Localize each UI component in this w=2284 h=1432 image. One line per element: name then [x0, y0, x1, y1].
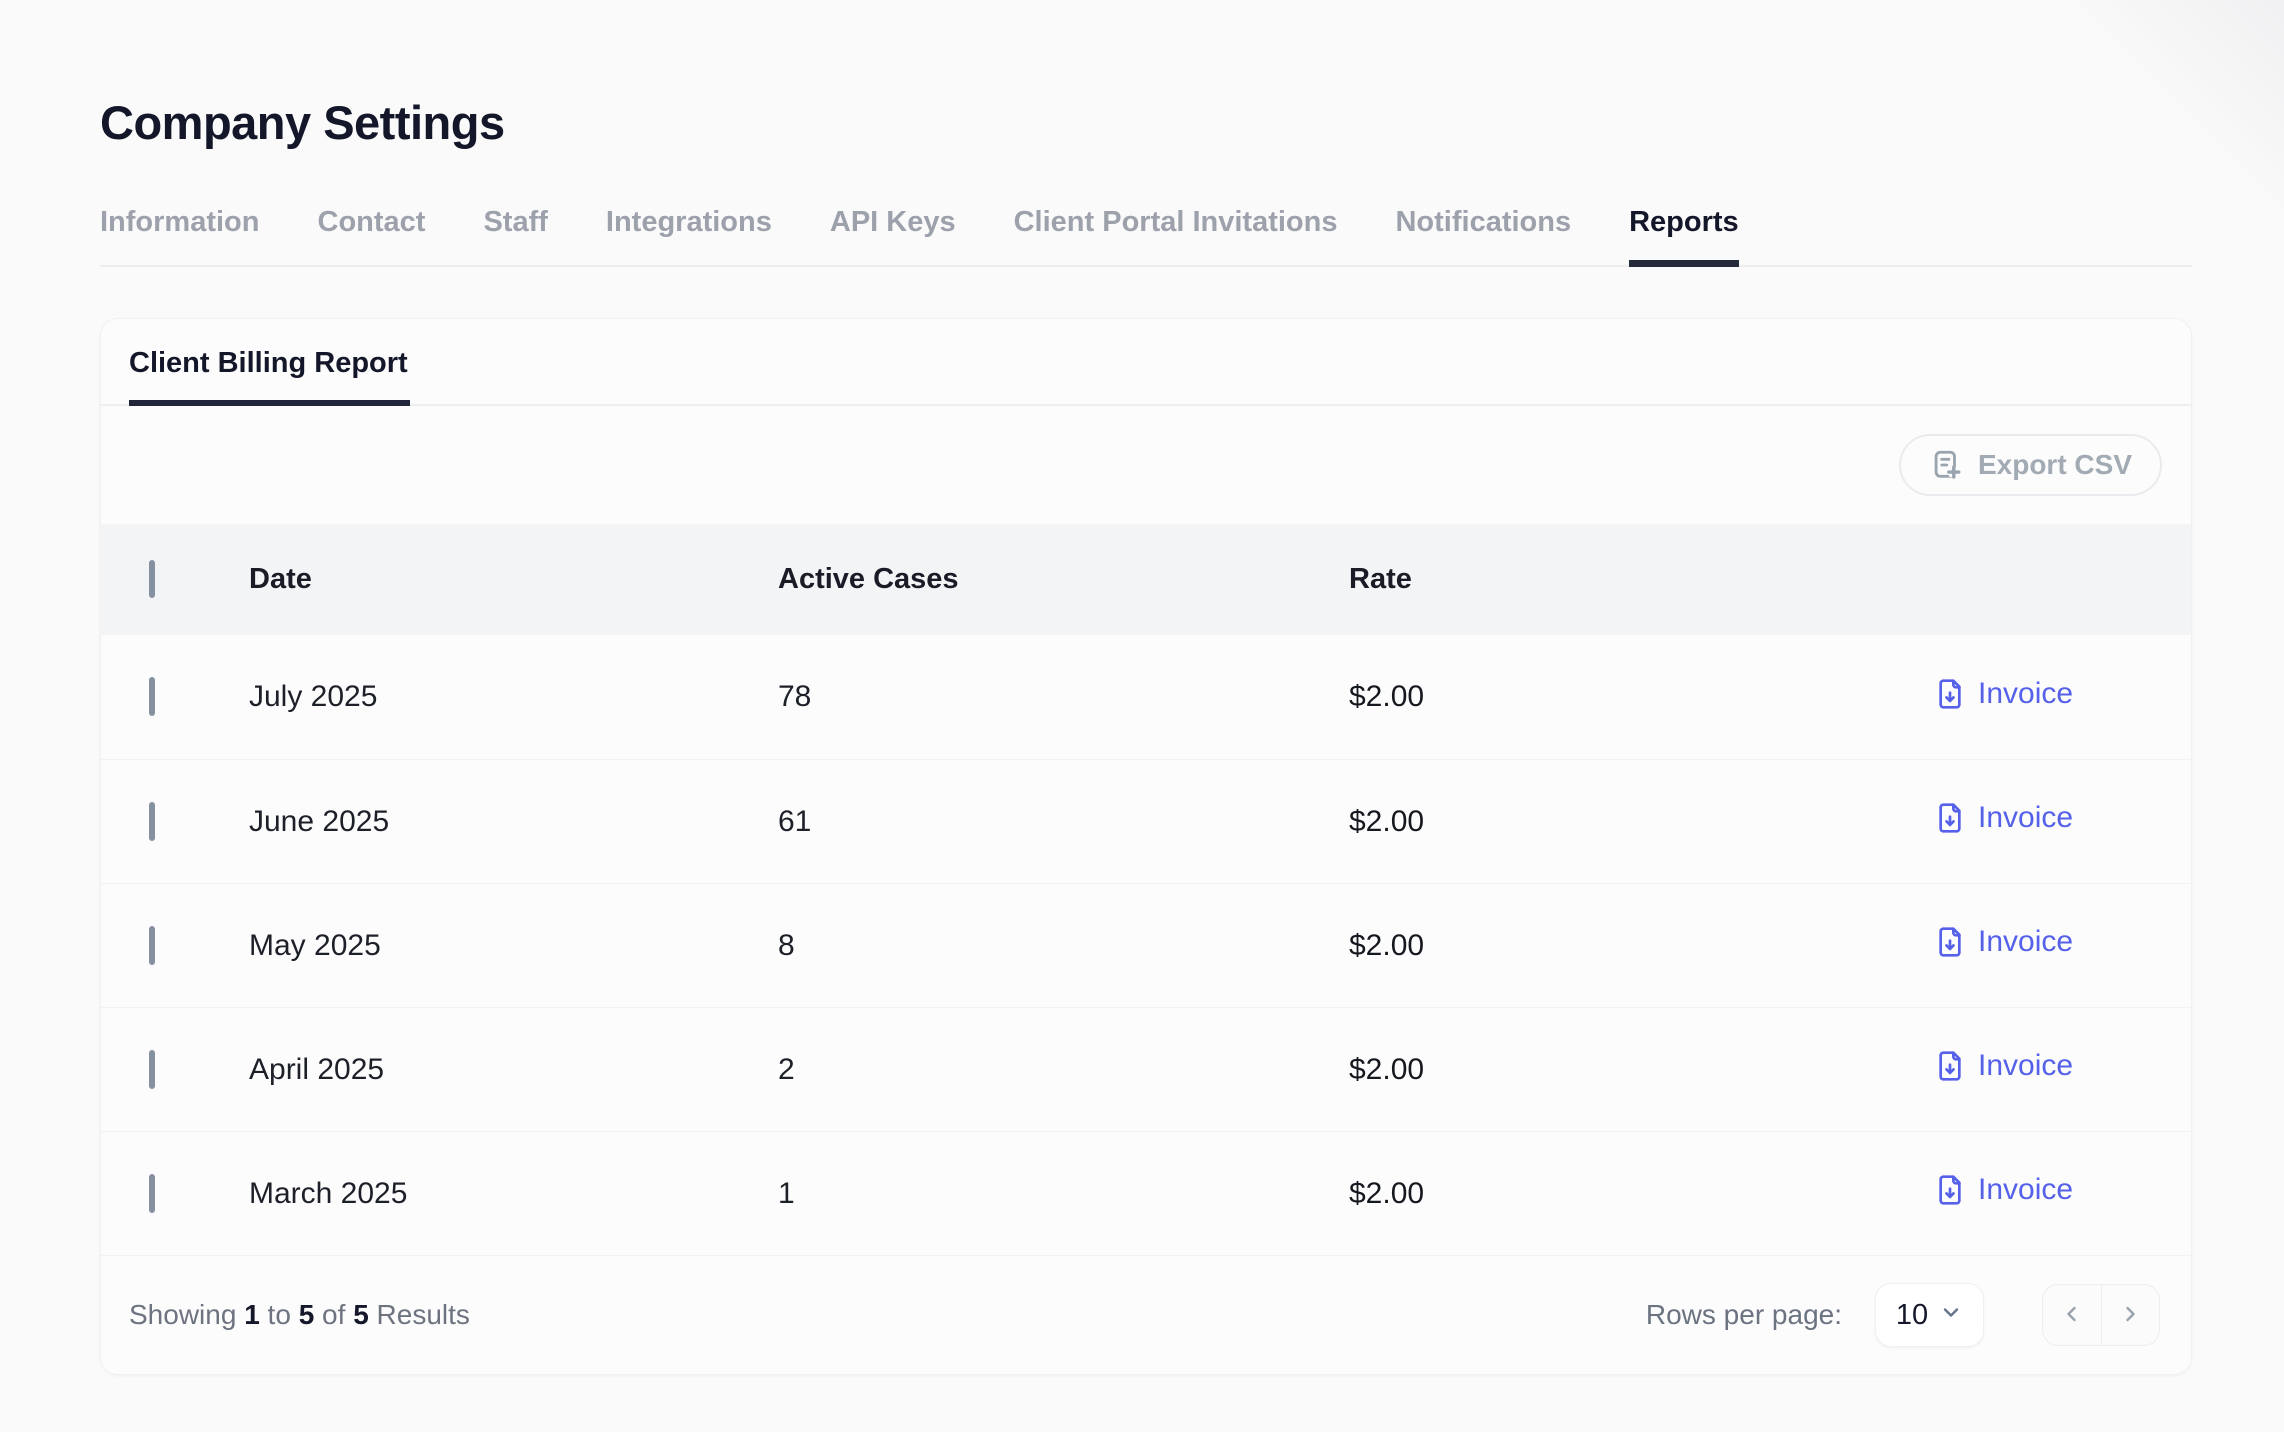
cell-date: July 2025: [249, 680, 778, 714]
file-download-icon: [1934, 926, 1966, 958]
summary-end-number: 5: [299, 1299, 315, 1330]
file-plus-icon: [1929, 448, 1963, 482]
row-checkbox[interactable]: [149, 926, 155, 965]
cell-active-cases: 2: [778, 1053, 1349, 1087]
rows-per-page-value: 10: [1896, 1299, 1928, 1332]
export-csv-button[interactable]: Export CSV: [1899, 434, 2162, 496]
cell-active-cases: 1: [778, 1177, 1349, 1211]
invoice-link[interactable]: Invoice: [1934, 1173, 2073, 1207]
cell-date: June 2025: [249, 805, 778, 839]
invoice-link-label: Invoice: [1978, 1049, 2073, 1083]
column-header-date: Date: [249, 563, 778, 596]
summary-word: to: [268, 1299, 291, 1330]
table-row: June 2025 61 $2.00 Invoice: [101, 759, 2191, 883]
cell-date: March 2025: [249, 1177, 778, 1211]
row-checkbox[interactable]: [149, 1050, 155, 1089]
table-header-row: Date Active Cases Rate: [101, 524, 2191, 635]
summary-word: Results: [377, 1299, 470, 1330]
next-page-button[interactable]: [2101, 1285, 2160, 1345]
select-all-checkbox[interactable]: [149, 560, 155, 598]
column-header-active-cases: Active Cases: [778, 563, 1349, 596]
summary-start-number: 1: [244, 1299, 260, 1330]
invoice-link[interactable]: Invoice: [1934, 801, 2073, 835]
file-download-icon: [1934, 802, 1966, 834]
chevron-right-icon: [2118, 1302, 2142, 1329]
row-checkbox[interactable]: [149, 677, 155, 716]
row-checkbox[interactable]: [149, 802, 155, 841]
table-row: April 2025 2 $2.00 Invoice: [101, 1007, 2191, 1131]
tab-information[interactable]: Information: [100, 198, 260, 265]
report-subtab-bar: Client Billing Report: [101, 319, 2191, 406]
invoice-link[interactable]: Invoice: [1934, 677, 2073, 711]
cell-rate: $2.00: [1349, 929, 1934, 963]
table-row: March 2025 1 $2.00 Invoice: [101, 1131, 2191, 1255]
client-billing-report-card: Client Billing Report Export CSV Date: [100, 318, 2192, 1375]
invoice-link[interactable]: Invoice: [1934, 925, 2073, 959]
tab-staff[interactable]: Staff: [483, 198, 547, 265]
cell-date: May 2025: [249, 929, 778, 963]
invoice-link[interactable]: Invoice: [1934, 1049, 2073, 1083]
tab-reports[interactable]: Reports: [1629, 198, 1739, 265]
tab-notifications[interactable]: Notifications: [1395, 198, 1571, 265]
tab-client-portal-invitations[interactable]: Client Portal Invitations: [1014, 198, 1338, 265]
file-download-icon: [1934, 1174, 1966, 1206]
page-title: Company Settings: [100, 96, 2192, 150]
summary-word: of: [322, 1299, 345, 1330]
tab-contact[interactable]: Contact: [318, 198, 426, 265]
cell-active-cases: 78: [778, 680, 1349, 714]
cell-rate: $2.00: [1349, 805, 1934, 839]
file-download-icon: [1934, 1050, 1966, 1082]
table-row: May 2025 8 $2.00 Invoice: [101, 883, 2191, 1007]
invoice-link-label: Invoice: [1978, 801, 2073, 835]
chevron-down-icon: [1939, 1299, 1963, 1332]
cell-date: April 2025: [249, 1053, 778, 1087]
cell-rate: $2.00: [1349, 680, 1934, 714]
rows-per-page-select[interactable]: 10: [1875, 1283, 1984, 1347]
settings-tab-bar: Information Contact Staff Integrations A…: [100, 198, 2192, 267]
invoice-link-label: Invoice: [1978, 925, 2073, 959]
rows-per-page-label: Rows per page:: [1646, 1299, 1842, 1331]
cell-rate: $2.00: [1349, 1177, 1934, 1211]
report-toolbar: Export CSV: [101, 406, 2191, 524]
pager: [2042, 1284, 2160, 1346]
file-download-icon: [1934, 678, 1966, 710]
pagination-controls: Rows per page: 10: [1646, 1283, 2160, 1347]
cell-active-cases: 61: [778, 805, 1349, 839]
company-settings-page: Company Settings Information Contact Sta…: [0, 0, 2284, 1375]
table-row: July 2025 78 $2.00 Invoice: [101, 635, 2191, 759]
tab-api-keys[interactable]: API Keys: [830, 198, 956, 265]
export-csv-label: Export CSV: [1978, 449, 2132, 481]
table-footer: Showing 1 to 5 of 5 Results Rows per pag…: [101, 1255, 2191, 1374]
cell-rate: $2.00: [1349, 1053, 1934, 1087]
previous-page-button[interactable]: [2043, 1285, 2101, 1345]
cell-active-cases: 8: [778, 929, 1349, 963]
summary-total-number: 5: [353, 1299, 369, 1330]
row-checkbox[interactable]: [149, 1174, 155, 1213]
summary-word: Showing: [129, 1299, 236, 1330]
chevron-left-icon: [2060, 1302, 2084, 1329]
results-summary: Showing 1 to 5 of 5 Results: [129, 1299, 470, 1331]
subtab-client-billing-report[interactable]: Client Billing Report: [129, 347, 410, 404]
invoice-link-label: Invoice: [1978, 1173, 2073, 1207]
invoice-link-label: Invoice: [1978, 677, 2073, 711]
tab-integrations[interactable]: Integrations: [606, 198, 772, 265]
column-header-rate: Rate: [1349, 563, 1934, 596]
